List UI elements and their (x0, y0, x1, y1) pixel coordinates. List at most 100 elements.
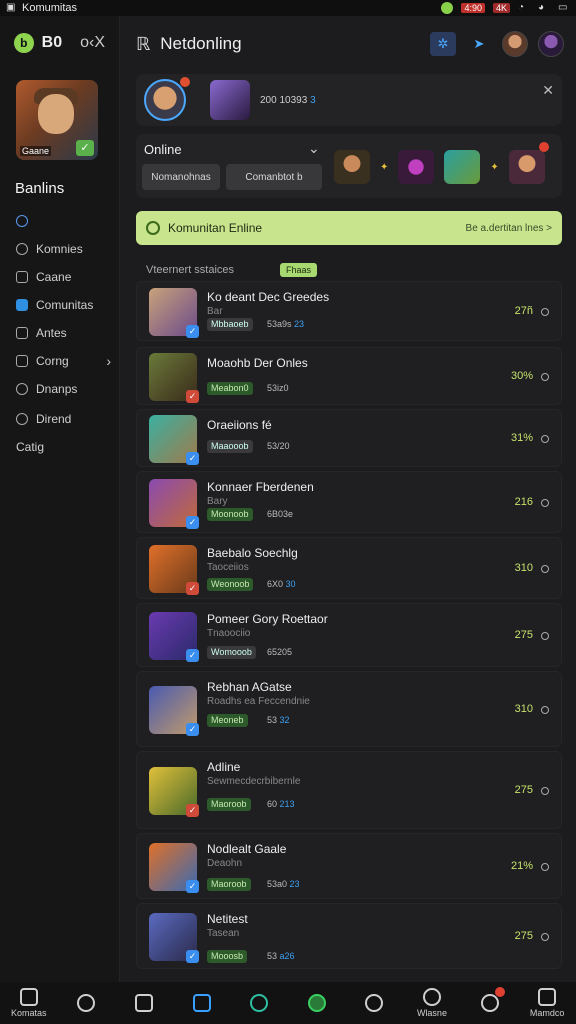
list-item-meta-value: 23 (289, 879, 300, 889)
list-item-meta: 6B03e (267, 509, 293, 519)
notification-dot-icon (494, 987, 505, 997)
nav-game[interactable] (292, 983, 342, 1023)
list-item[interactable]: ✓ Nodlealt Gaale Deaohn Maoroob 53a0 23 21% (136, 833, 562, 899)
nav-house[interactable] (119, 983, 169, 1023)
list-item-sub: Roadhs ea Feccendnie (207, 696, 310, 707)
house-icon (134, 994, 153, 1012)
send-icon[interactable]: ➤ (466, 32, 492, 56)
more-options-icon[interactable] (541, 373, 549, 381)
online-label: Online (144, 142, 182, 157)
star-icon: ✦ (490, 161, 499, 173)
list-item[interactable]: ✓ Adline Sewmecdecrbibernle Maoroob 60 213 27… (136, 751, 562, 829)
list-item-name: Baebalo Soechlg (207, 546, 298, 560)
online-pill-a[interactable]: Nomanohnas (142, 164, 220, 190)
online-pill-b[interactable]: Comanbtot b (226, 164, 322, 190)
list-item-tag: Womooob (207, 646, 256, 659)
nav-home[interactable]: Komatas (4, 983, 54, 1023)
list-item-meta: 53a9s 23 (267, 319, 304, 329)
more-options-icon[interactable] (541, 308, 549, 316)
nav-notifications[interactable] (465, 983, 515, 1023)
list-item-value: 275 (514, 784, 533, 796)
notification-dot-icon (538, 142, 549, 152)
list-item-meta: 53iz0 (267, 383, 289, 393)
more-options-icon[interactable] (541, 632, 549, 640)
nav-loop[interactable] (234, 983, 284, 1023)
sidebar-item-dirend[interactable]: Dirend (0, 405, 119, 433)
list-item[interactable]: ✓ Oraeiions fé Maaooob 53/20 31% (136, 409, 562, 467)
nav-menu[interactable]: Mamdco (522, 983, 572, 1023)
sidebar-item-globe[interactable] (0, 207, 119, 235)
nav-clock[interactable] (61, 983, 111, 1023)
online-panel: Online ⌄ Nomanohnas Comanbtot b ✦ ✦ (136, 134, 562, 198)
share-icon[interactable]: ✲ (430, 32, 456, 56)
list-item-sub: Deaohn (207, 858, 243, 869)
more-options-icon[interactable] (541, 863, 549, 871)
sidebar-item-caane[interactable]: Caane (0, 263, 119, 291)
bell-icon (480, 994, 499, 1012)
more-options-icon[interactable] (541, 565, 549, 573)
list-item-meta-text: 53/20 (267, 441, 290, 451)
online-avatar[interactable] (508, 142, 549, 184)
user-avatar[interactable] (502, 31, 528, 57)
list-item-value: 27ñ (514, 305, 533, 317)
list-item-value: 310 (514, 562, 533, 574)
nav-grid[interactable] (177, 983, 227, 1023)
more-options-icon[interactable] (541, 499, 549, 507)
profile-face (38, 94, 74, 134)
list-header-tag[interactable]: Fhaas (280, 263, 318, 277)
sidebar-item-komnies[interactable]: Komnies (0, 235, 119, 263)
box-icon (16, 355, 28, 367)
list-item[interactable]: ✓ Konnaer Fberdenen Bary Moonoob 6B03e 216 (136, 471, 562, 533)
verified-badge-icon: ✓ (186, 649, 199, 662)
more-options-icon[interactable] (541, 706, 549, 714)
sidebar-item-catig[interactable]: Catig (0, 433, 119, 461)
list-item-meta-value: 32 (279, 715, 290, 725)
list-item-sub: Bar (207, 306, 223, 317)
globe-icon (16, 215, 28, 227)
sidebar-item-dnanps[interactable]: Dnanps (0, 375, 119, 403)
nav-settings[interactable]: Wlasne (407, 983, 457, 1023)
list-item-meta: 53 a26 (267, 951, 295, 961)
online-avatar[interactable] (444, 150, 481, 184)
list-item-meta-value: a26 (279, 951, 295, 961)
game-thumbnail: ✓ (149, 686, 199, 736)
chevron-right-icon: › (106, 353, 111, 369)
more-options-icon[interactable] (541, 787, 549, 795)
back-icon[interactable]: ℝ (136, 34, 150, 55)
game-avatar[interactable] (210, 80, 250, 120)
top-panel: 200 10393 3 ✕ (136, 74, 562, 126)
verified-badge-icon: ✓ (186, 880, 199, 893)
list-item[interactable]: ✓ Moaohb Der Onles Meabon0 53iz0 30% (136, 347, 562, 405)
verified-badge-icon: ✓ (186, 804, 199, 817)
nav-compass[interactable] (349, 983, 399, 1023)
profile-card[interactable]: Gaane ✓ (16, 80, 98, 160)
online-avatar[interactable] (398, 150, 435, 184)
sidebar: b B0 o‹X Gaane ✓ Banlins Komnies Caane C… (0, 16, 120, 982)
logo-row: b B0 o‹X (0, 16, 119, 56)
sidebar-item-label: Dirend (36, 412, 72, 426)
player-avatar[interactable] (144, 77, 190, 121)
sidebar-item-comunitas[interactable]: Comunitas (0, 291, 119, 319)
list-item[interactable]: ✓ Pomeer Gory Roettaor Tnaoociio Womooob 652… (136, 603, 562, 667)
battery-icon: ▭ (558, 2, 568, 13)
list-item[interactable]: ✓ Baebalo Soechlg Taoceiios Weonoob 6X0 30 31… (136, 537, 562, 599)
user-avatar-2[interactable] (538, 31, 564, 57)
banner-link[interactable]: Be a.dertitan lnes > (466, 223, 552, 234)
sidebar-item-corng[interactable]: Corng › (0, 347, 119, 375)
close-icon[interactable]: ✕ (542, 82, 554, 99)
online-avatar[interactable] (334, 150, 370, 184)
list-item-tag: Mbbaoeb (207, 318, 253, 331)
list-item-value: 216 (514, 496, 533, 508)
list-item[interactable]: ✓ Ko deant Dec Greedes Bar Mbbaoeb 53a9s 23 2… (136, 281, 562, 341)
more-options-icon[interactable] (541, 435, 549, 443)
signal-icon: ◕ (538, 2, 545, 13)
list-item-name: Ko deant Dec Greedes (207, 290, 330, 304)
more-options-icon[interactable] (541, 933, 549, 941)
loop-icon (250, 994, 269, 1012)
sidebar-item-antes[interactable]: Antes (0, 319, 119, 347)
logo-icon[interactable]: b (14, 33, 34, 53)
community-banner[interactable]: Komunitan Enline Be a.dertitan lnes > (136, 211, 562, 245)
list-item[interactable]: ✓ Rebhan AGatse Roadhs ea Feccendnie Meoneb… (136, 671, 562, 747)
chevron-down-icon[interactable]: ⌄ (308, 140, 320, 157)
list-item[interactable]: ✓ Netitest Tasean Mooosb 53 a26 275 (136, 903, 562, 969)
